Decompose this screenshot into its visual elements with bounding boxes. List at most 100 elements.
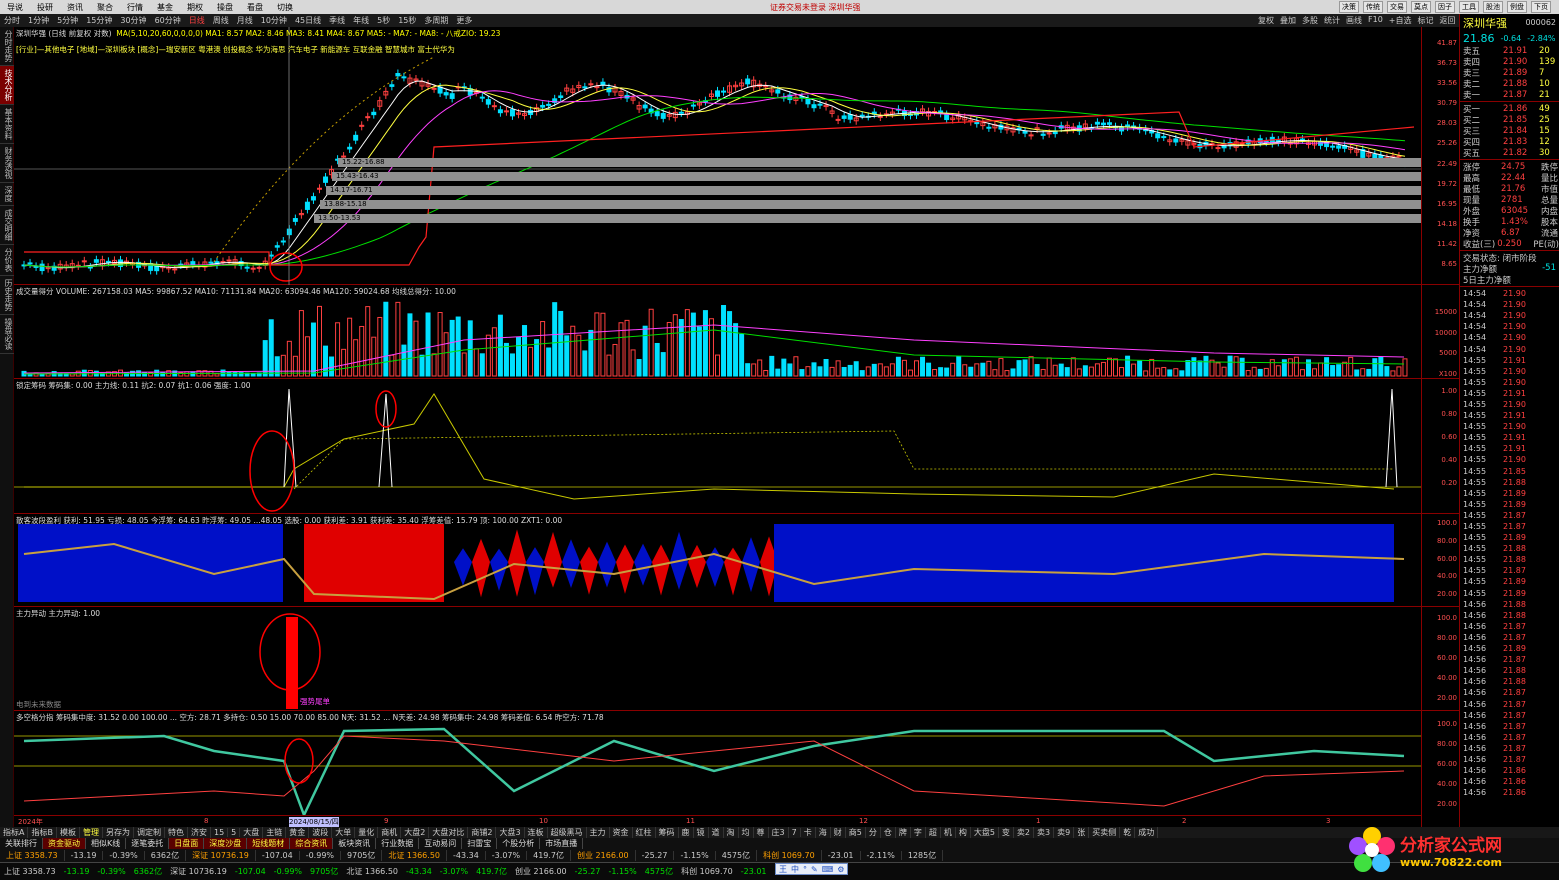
indicator-tab-9[interactable]: 5 [228, 828, 241, 837]
indicator-tab-51[interactable]: 张 [1074, 827, 1090, 838]
ime-toolbar[interactable]: 王中 ° ✎ ⌨ ⚙ [775, 863, 849, 875]
indicator-tab-14[interactable]: 大单 [332, 827, 356, 838]
indicator-tab-1[interactable]: 指标B [28, 827, 57, 838]
period-tab-12[interactable]: 年线 [349, 15, 373, 26]
period-tab-8[interactable]: 月线 [233, 15, 257, 26]
indicator-tab-47[interactable]: 变 [999, 827, 1014, 838]
retail-profit-canvas[interactable] [14, 514, 1421, 607]
period-tab-2[interactable]: 5分钟 [53, 15, 82, 26]
feature-tab-6[interactable]: 短线题材 [247, 838, 291, 849]
feature-tab-1[interactable]: 资金驱动 [43, 838, 86, 849]
indicator-tab-23[interactable]: 主力 [587, 827, 610, 838]
chart-area[interactable]: 深圳华强 (日线 前复权 对数) MA(5,10,20,60,0,0,0,0) … [14, 27, 1459, 827]
indicator-tab-52[interactable]: 买卖侧 [1089, 827, 1121, 838]
indicator-tab-17[interactable]: 大盘2 [401, 827, 430, 838]
indicator-tab-30[interactable]: 淘 [724, 827, 739, 838]
indicator-tab-24[interactable]: 资金 [610, 827, 633, 838]
menu-item-3[interactable]: 聚合 [90, 2, 120, 13]
indicator-tab-34[interactable]: 7 [789, 828, 801, 837]
period-tab-7[interactable]: 周线 [209, 15, 233, 26]
indicator-tab-6[interactable]: 特色 [165, 827, 188, 838]
top-right-button-6[interactable]: 股池 [1483, 1, 1503, 13]
indicator-tab-13[interactable]: 波段 [309, 827, 333, 838]
feature-tab-9[interactable]: 行业数据 [376, 838, 420, 849]
indicator-tab-27[interactable]: 鹿 [679, 827, 694, 838]
left-tab-1[interactable]: 技术分析 [0, 66, 14, 105]
indicator-tab-3[interactable]: 管理 [80, 827, 103, 838]
lock-chip-panel[interactable]: 锁定筹码 筹码集: 0.00 主力线: 0.11 抗2: 0.07 抗1: 0.… [14, 379, 1459, 514]
indicator-tab-35[interactable]: 卡 [801, 827, 816, 838]
indicator-tab-5[interactable]: 调定制 [134, 827, 165, 838]
menu-item-8[interactable]: 看盘 [240, 2, 270, 13]
indicator-tab-21[interactable]: 连板 [525, 827, 548, 838]
feature-tab-8[interactable]: 板块资讯 [333, 838, 377, 849]
period-tab-9[interactable]: 10分钟 [257, 15, 291, 26]
period-tab-6[interactable]: 日线 [185, 15, 209, 26]
menu-item-5[interactable]: 基金 [150, 2, 180, 13]
top-right-button-5[interactable]: 工具 [1459, 1, 1479, 13]
tick-list[interactable]: 14:54 21.90 14:54 21.90 14:54 21.90 14:54 21.90… [1460, 288, 1559, 798]
indicator-tab-32[interactable]: 尊 [754, 827, 769, 838]
top-right-button-8[interactable]: 下页 [1531, 1, 1551, 13]
indicator-tab-44[interactable]: 机 [941, 827, 956, 838]
long-short-canvas[interactable] [14, 711, 1421, 815]
menu-item-7[interactable]: 操盘 [210, 2, 240, 13]
indicator-tab-11[interactable]: 主链 [263, 827, 287, 838]
indicator-tab-49[interactable]: 卖3 [1034, 827, 1055, 838]
indicator-tab-25[interactable]: 红柱 [633, 827, 656, 838]
feature-tab-12[interactable]: 个股分析 [497, 838, 541, 849]
indicator-tab-37[interactable]: 财 [831, 827, 846, 838]
period-tab-15[interactable]: 多周期 [420, 15, 452, 26]
menu-item-6[interactable]: 期权 [180, 2, 210, 13]
period-tab-10[interactable]: 45日线 [291, 15, 325, 26]
menu-item-1[interactable]: 投研 [30, 2, 60, 13]
feature-tab-13[interactable]: 市场直播 [540, 838, 584, 849]
menu-item-0[interactable]: 导说 [0, 2, 30, 13]
indicator-tab-50[interactable]: 卖9 [1054, 827, 1075, 838]
left-tab-2[interactable]: 基本资料 [0, 105, 14, 144]
feature-tab-4[interactable]: 日盘面 [169, 838, 205, 849]
indicator-tab-38[interactable]: 商5 [846, 827, 866, 838]
indicator-tab-41[interactable]: 牌 [896, 827, 911, 838]
indicator-tab-31[interactable]: 均 [739, 827, 754, 838]
feature-tab-3[interactable]: 逐笔委托 [126, 838, 170, 849]
indicator-tab-42[interactable]: 字 [911, 827, 926, 838]
feature-tab-0[interactable]: 关联排行 [0, 838, 43, 849]
period-tab-0[interactable]: 分时 [0, 15, 24, 26]
main-force-panel[interactable]: 主力异动 主力异动: 1.00 电到未来数据 强势尾单 100.0 80.00 60… [14, 607, 1459, 711]
period-tab-16[interactable]: 更多 [452, 15, 476, 26]
top-right-button-3[interactable]: 莫点 [1411, 1, 1431, 13]
indicator-tab-0[interactable]: 指标A [0, 827, 29, 838]
period-tab-4[interactable]: 30分钟 [116, 15, 150, 26]
kline-panel[interactable]: 深圳华强 (日线 前复权 对数) MA(5,10,20,60,0,0,0,0) … [14, 27, 1459, 285]
indicator-tab-29[interactable]: 道 [709, 827, 724, 838]
left-tab-4[interactable]: 深度 [0, 183, 14, 206]
feature-tab-10[interactable]: 互动易问 [419, 838, 463, 849]
left-tab-0[interactable]: 分时走势 [0, 27, 14, 66]
period-tab-11[interactable]: 季线 [325, 15, 349, 26]
indicator-tab-20[interactable]: 大盘3 [496, 827, 525, 838]
period-tab-14[interactable]: 15秒 [394, 15, 420, 26]
feature-tab-2[interactable]: 相似K线 [86, 838, 127, 849]
ime-icon[interactable]: 王 [779, 864, 787, 875]
period-tab-13[interactable]: 5秒 [373, 15, 394, 26]
indicator-tab-40[interactable]: 仓 [881, 827, 896, 838]
indicator-tab-26[interactable]: 筹码 [656, 827, 679, 838]
indicator-tab-19[interactable]: 商铺2 [468, 827, 497, 838]
top-right-button-2[interactable]: 交易 [1387, 1, 1407, 13]
volume-canvas[interactable] [14, 285, 1421, 379]
indicator-tab-43[interactable]: 超 [926, 827, 941, 838]
long-short-panel[interactable]: 多空格分指 筹码集中度: 31.52 0.00 100.00 ... 空方: 2… [14, 711, 1459, 827]
indicator-tab-16[interactable]: 商机 [378, 827, 402, 838]
left-tab-7[interactable]: 历史走势 [0, 276, 14, 315]
chart-tool-1[interactable]: 叠加 [1280, 15, 1296, 26]
period-tab-1[interactable]: 1分钟 [24, 15, 53, 26]
chart-tool-4[interactable]: 画线 [1346, 15, 1362, 26]
indicator-tab-2[interactable]: 模板 [57, 827, 80, 838]
kline-canvas[interactable] [14, 27, 1421, 285]
top-right-button-1[interactable]: 传统 [1363, 1, 1383, 13]
top-right-button-0[interactable]: 决策 [1339, 1, 1359, 13]
indicator-tab-45[interactable]: 构 [956, 827, 971, 838]
indicator-tab-12[interactable]: 黄金 [286, 827, 310, 838]
indicator-tab-15[interactable]: 量化 [355, 827, 379, 838]
